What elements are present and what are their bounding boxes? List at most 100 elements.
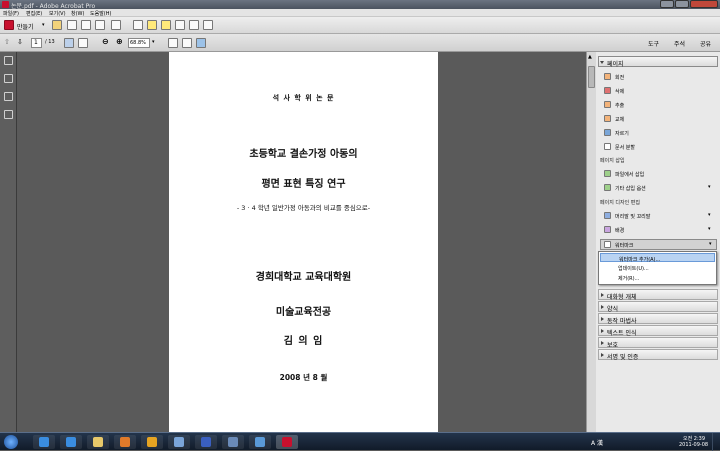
- taskbar-monitor[interactable]: [249, 435, 271, 449]
- fit-width-icon[interactable]: [182, 38, 192, 48]
- section-sign-certify[interactable]: 서명 및 인증: [598, 349, 718, 361]
- taskbar-ie[interactable]: [33, 435, 55, 449]
- maximize-button[interactable]: [675, 0, 689, 8]
- insert-from-file-icon: [604, 170, 611, 177]
- minimize-button[interactable]: [660, 0, 674, 8]
- zoom-level-input[interactable]: 68.8%: [128, 38, 150, 48]
- section-protection[interactable]: 보호: [598, 337, 718, 349]
- expand-arrow-icon: [601, 317, 604, 321]
- section-action-wizard[interactable]: 동작 마법사: [598, 313, 718, 325]
- create-button[interactable]: 만들기: [17, 22, 34, 31]
- comment-bubble-icon[interactable]: [147, 20, 157, 30]
- menu-edit[interactable]: 편집(E): [26, 10, 42, 17]
- open-folder-icon[interactable]: [52, 20, 62, 30]
- email-icon[interactable]: [95, 20, 105, 30]
- network-icon: [228, 437, 238, 447]
- zoom-dropdown-icon[interactable]: ▾: [152, 39, 155, 45]
- taskbar-explorer[interactable]: [87, 435, 109, 449]
- taskbar-acrobat[interactable]: [276, 435, 298, 449]
- ime-indicator[interactable]: A 漢: [591, 438, 603, 447]
- taskbar-p-app[interactable]: [195, 435, 217, 449]
- menu-window[interactable]: 창(W): [71, 10, 84, 17]
- title-bar: 논문.pdf - Adobe Acrobat Pro: [0, 0, 720, 10]
- sticky-note-icon[interactable]: [161, 20, 171, 30]
- taskbar-app[interactable]: [141, 435, 163, 449]
- pdf-page[interactable]: 석 사 학 위 논 문 초등학교 결손가정 아동의 평면 표현 특징 연구 - …: [169, 52, 438, 432]
- monitor-icon: [255, 437, 265, 447]
- menu-help[interactable]: 도움말(H): [90, 10, 111, 17]
- attachments-icon[interactable]: [4, 92, 13, 101]
- print-icon[interactable]: [81, 20, 91, 30]
- header-footer-item[interactable]: 머리말 및 꼬리말 ▾: [604, 211, 714, 221]
- show-desktop-button[interactable]: [712, 433, 720, 451]
- taskbar-ie2[interactable]: [60, 435, 82, 449]
- collaborate-icon[interactable]: [111, 20, 121, 30]
- section-text-recognition[interactable]: 텍스트 인식: [598, 325, 718, 337]
- remove-watermark-menu-item[interactable]: 제거(R)...: [600, 273, 715, 282]
- doc-subtitle: - 3 · 4 학년 일반가정 아동과의 비교를 중심으로-: [236, 204, 371, 212]
- grid-app-icon: [174, 437, 184, 447]
- signatures-icon[interactable]: [4, 110, 13, 119]
- crop-icon: [604, 129, 611, 136]
- page-thumbnails-icon[interactable]: [4, 56, 13, 65]
- section-forms[interactable]: 양식: [598, 301, 718, 313]
- settings-gear-icon[interactable]: [133, 20, 143, 30]
- collapse-arrow-icon: [600, 61, 604, 64]
- sign-icon[interactable]: [175, 20, 185, 30]
- tab-tools[interactable]: 도구: [648, 39, 659, 48]
- tab-share[interactable]: 공유: [700, 39, 711, 48]
- hand-tool-icon[interactable]: [78, 38, 88, 48]
- select-arrow-icon[interactable]: [64, 38, 74, 48]
- fit-page-icon[interactable]: [168, 38, 178, 48]
- page-number-input[interactable]: 1: [31, 38, 42, 48]
- bookmarks-icon[interactable]: [4, 74, 13, 83]
- section-interactive-objects[interactable]: 대화형 개체: [598, 289, 718, 301]
- scroll-up-icon[interactable]: ▲: [588, 54, 595, 61]
- taskbar-network[interactable]: [222, 435, 244, 449]
- expand-arrow-icon: [601, 329, 604, 333]
- form-icon[interactable]: [203, 20, 213, 30]
- read-mode-icon[interactable]: [196, 38, 206, 48]
- start-button-icon[interactable]: [4, 435, 18, 449]
- scroll-thumb[interactable]: [588, 66, 595, 88]
- taskbar-media[interactable]: [114, 435, 136, 449]
- acrobat-logo-icon: [2, 1, 9, 8]
- create-dropdown-icon[interactable]: ▾: [42, 22, 45, 28]
- media-player-icon: [120, 437, 130, 447]
- menu-file[interactable]: 파일(F): [3, 10, 19, 17]
- menu-view[interactable]: 보기(V): [49, 10, 66, 17]
- vertical-scrollbar[interactable]: ▲: [586, 52, 596, 432]
- create-icon: [4, 20, 14, 30]
- menu-bar: 파일(F) 편집(E) 보기(V) 창(W) 도움말(H): [0, 9, 720, 17]
- more-insert-options-item[interactable]: 기타 삽입 옵션 ▾: [604, 183, 714, 193]
- doc-title-line1: 초등학교 결손가정 아동의: [249, 149, 358, 160]
- taskbar-grid-app[interactable]: [168, 435, 190, 449]
- expand-arrow-icon: [601, 353, 604, 357]
- tab-comment[interactable]: 주석: [674, 39, 685, 48]
- doc-date: 2008 년 8 월: [279, 373, 328, 382]
- doc-title-line2: 평면 표현 특징 연구: [261, 179, 346, 190]
- next-page-icon[interactable]: ⇩: [17, 38, 23, 46]
- delete-icon: [604, 87, 611, 94]
- zoom-in-icon[interactable]: ⊕: [116, 37, 123, 46]
- section-pages-header[interactable]: 페이지: [598, 56, 718, 68]
- system-tray-icons[interactable]: [618, 437, 658, 447]
- watermark-item[interactable]: 워터마크 ▾: [600, 239, 717, 250]
- close-button[interactable]: [690, 0, 718, 8]
- add-watermark-menu-item[interactable]: 워터마크 추가(A)...: [600, 253, 715, 263]
- stamp-icon[interactable]: [189, 20, 199, 30]
- update-watermark-menu-item[interactable]: 업데이트(U)...: [600, 263, 715, 272]
- zoom-out-icon[interactable]: ⊖: [102, 37, 109, 46]
- internet-explorer-icon: [66, 437, 76, 447]
- header-footer-icon: [604, 212, 611, 219]
- folder-icon: [93, 437, 103, 447]
- p-app-icon: [201, 437, 211, 447]
- background-item[interactable]: 배경 ▾: [604, 225, 714, 235]
- save-icon[interactable]: [67, 20, 77, 30]
- acrobat-icon: [282, 437, 292, 447]
- clock-time[interactable]: 오전 2:39: [683, 435, 705, 442]
- watermark-dropdown-menu: 워터마크 추가(A)... 업데이트(U)... 제거(R)...: [598, 251, 717, 285]
- clock-date[interactable]: 2011-09-08: [679, 442, 708, 448]
- previous-page-icon[interactable]: ⇧: [4, 38, 10, 46]
- navigation-toolbar: ⇧ ⇩ 1 / 13 ⊖ ⊕ 68.8% ▾ 도구 주석 공유: [0, 34, 720, 52]
